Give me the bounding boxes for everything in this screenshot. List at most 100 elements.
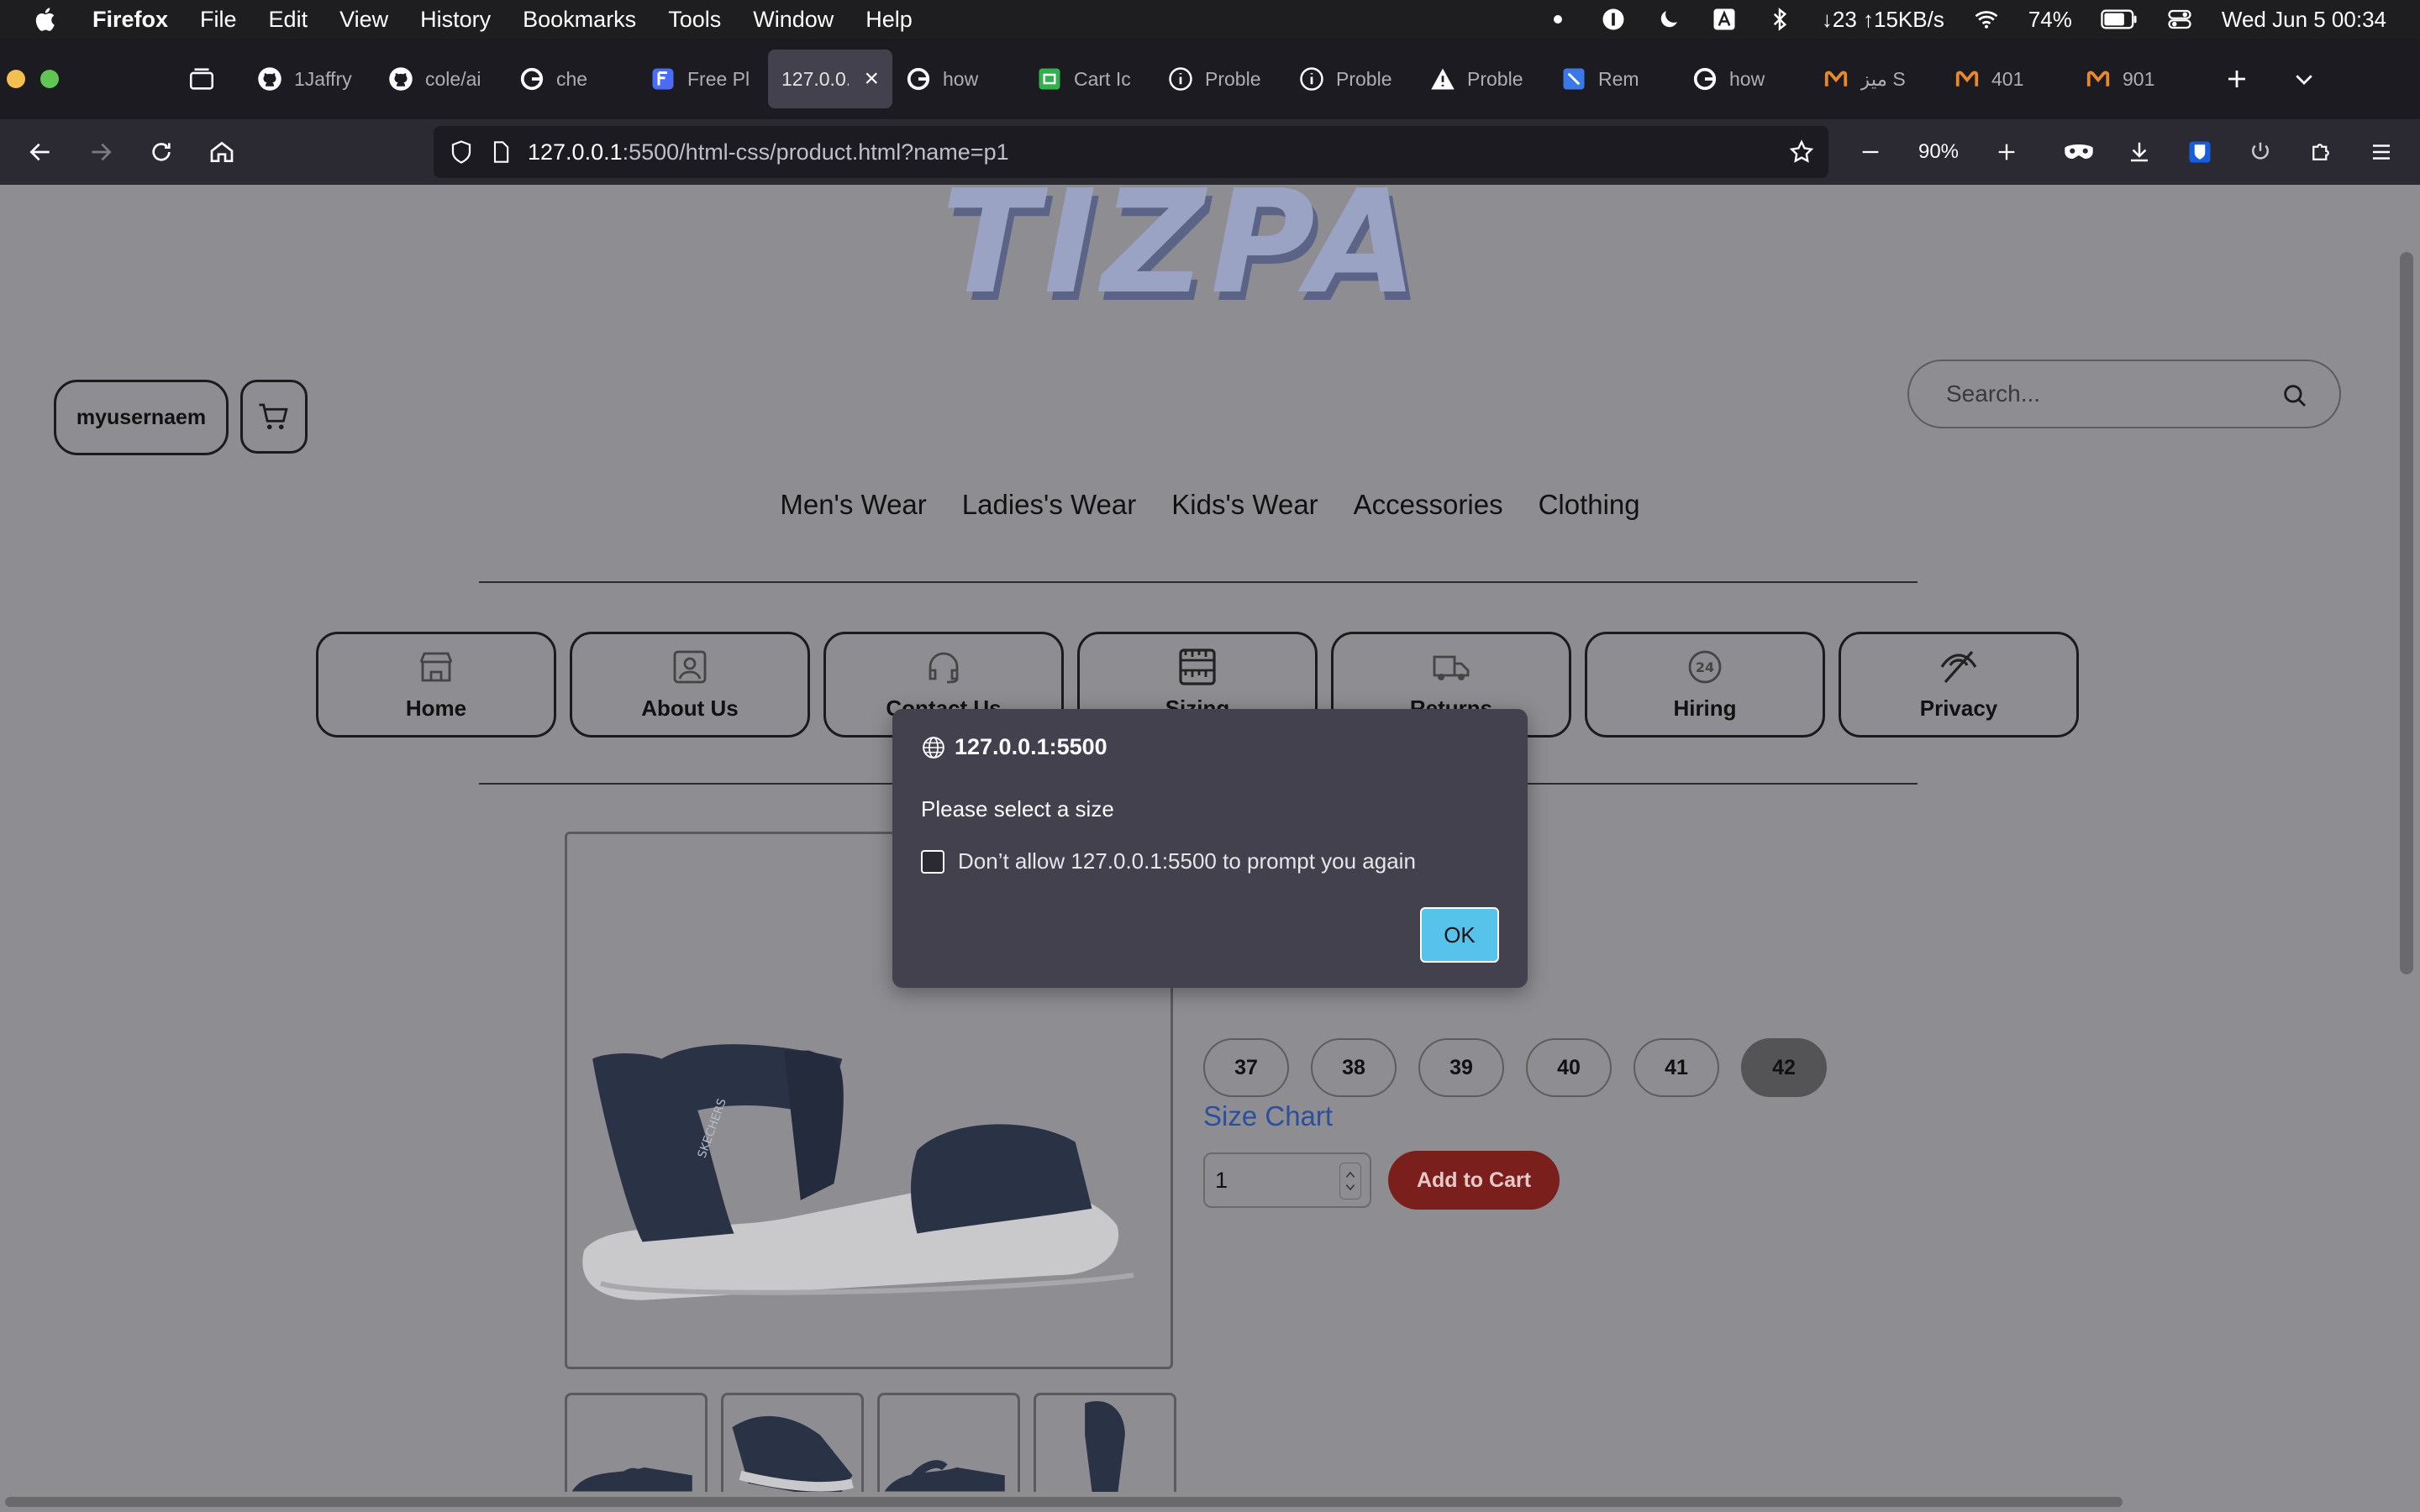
tab-close-icon[interactable]: × — [864, 65, 879, 93]
menu-file[interactable]: File — [200, 7, 237, 33]
cart-button[interactable] — [240, 380, 308, 454]
menu-edit[interactable]: Edit — [269, 7, 308, 33]
bluetooth-icon[interactable] — [1766, 7, 1793, 32]
wifi-icon[interactable] — [1973, 7, 2000, 32]
category-ladies-wear[interactable]: Ladies's Wear — [962, 489, 1136, 521]
quick-link-about[interactable]: About Us — [570, 632, 810, 738]
tab-problem-2[interactable]: Proble — [1286, 50, 1417, 108]
quick-link-home[interactable]: Home — [316, 632, 556, 738]
eye-off-icon — [1940, 650, 1977, 684]
control-center-icon[interactable] — [2166, 7, 2193, 32]
quantity-spin-buttons[interactable] — [1339, 1163, 1361, 1200]
home-button[interactable] — [192, 127, 252, 177]
rem-icon — [1563, 68, 1585, 90]
ok-button[interactable]: OK — [1420, 907, 1499, 963]
category-mens-wear[interactable]: Men's Wear — [780, 489, 926, 521]
menu-help[interactable]: Help — [865, 7, 913, 33]
menu-view[interactable]: View — [339, 7, 388, 33]
back-button[interactable] — [10, 127, 71, 177]
browser-nav-bar: 127.0.0.1:5500/html-css/product.html?nam… — [0, 119, 2420, 185]
search-box[interactable]: Search... — [1907, 360, 2341, 428]
username-button[interactable]: myusernaem — [54, 380, 229, 455]
page-icon[interactable] — [489, 140, 513, 164]
tab-problem-1[interactable]: Proble — [1155, 50, 1286, 108]
plus-icon — [1998, 144, 2015, 160]
menu-clock[interactable]: Wed Jun 5 00:34 — [2222, 7, 2386, 33]
size-option-42[interactable]: 42 — [1741, 1038, 1827, 1097]
tab-list-button[interactable] — [2279, 54, 2329, 104]
vertical-scrollbar[interactable] — [2400, 252, 2413, 974]
tab-m-2[interactable]: 401 — [1941, 50, 2072, 108]
power-extension-button[interactable] — [2230, 127, 2291, 177]
tab-google-2[interactable]: how — [892, 50, 1023, 108]
site-logo[interactable]: TIZPA — [941, 185, 1423, 326]
firefox-view-button[interactable] — [176, 54, 227, 104]
bitwarden-button[interactable] — [2170, 127, 2230, 177]
url-host: 127.0.0.1 — [528, 139, 623, 165]
input-source-icon[interactable] — [1711, 7, 1738, 32]
extensions-button[interactable] — [2291, 127, 2351, 177]
private-mask-button[interactable] — [2049, 127, 2109, 177]
category-accessories[interactable]: Accessories — [1354, 489, 1503, 521]
size-option-41[interactable]: 41 — [1634, 1038, 1719, 1097]
size-option-38[interactable]: 38 — [1311, 1038, 1397, 1097]
downloads-button[interactable] — [2109, 127, 2170, 177]
tab-m-3[interactable]: 901 — [2072, 50, 2203, 108]
headset-icon — [929, 652, 959, 684]
sandal-thumbnail — [571, 1467, 692, 1492]
size-chart-link[interactable]: Size Chart — [1203, 1100, 1333, 1132]
bookmark-star-icon[interactable] — [1788, 139, 1815, 165]
quick-link-hiring[interactable]: 24 Hiring — [1585, 632, 1825, 738]
menu-tools[interactable]: Tools — [668, 7, 721, 33]
tab-problem-3[interactable]: Proble — [1417, 50, 1548, 108]
dont-allow-checkbox[interactable] — [921, 849, 944, 874]
thumbnail-2[interactable] — [721, 1393, 864, 1492]
forward-button[interactable] — [71, 127, 131, 177]
battery-icon[interactable] — [2101, 7, 2138, 32]
horizontal-scrollbar[interactable] — [0, 1492, 2420, 1512]
dot-indicator-icon[interactable] — [1544, 7, 1571, 32]
menu-bookmarks[interactable]: Bookmarks — [523, 7, 636, 33]
menu-history[interactable]: History — [420, 7, 491, 33]
tab-google-3[interactable]: how — [1679, 50, 1810, 108]
arrow-right-icon — [92, 143, 112, 161]
reload-button[interactable] — [131, 127, 192, 177]
menu-button[interactable] — [2351, 127, 2412, 177]
tab-google-1[interactable]: che — [506, 50, 637, 108]
thumbnail-4[interactable] — [1034, 1393, 1176, 1492]
tab-cart[interactable]: Cart Ic — [1023, 50, 1155, 108]
category-kids-wear[interactable]: Kids's Wear — [1171, 489, 1318, 521]
shield-icon[interactable] — [449, 139, 474, 165]
thumbnail-1[interactable] — [565, 1393, 708, 1492]
menu-app-name[interactable]: Firefox — [92, 7, 168, 33]
quantity-stepper[interactable]: 1 — [1203, 1152, 1371, 1208]
apple-logo-icon[interactable] — [32, 5, 60, 34]
onepassword-icon[interactable] — [1600, 7, 1627, 32]
dialog-origin: 127.0.0.1:5500 — [955, 734, 1107, 759]
search-icon[interactable] — [2281, 381, 2309, 410]
size-option-40[interactable]: 40 — [1526, 1038, 1612, 1097]
tab-active-localhost[interactable]: 127.0.0.1 × — [768, 50, 892, 108]
zoom-level[interactable]: 90% — [1901, 140, 1976, 164]
category-clothing[interactable]: Clothing — [1539, 489, 1640, 521]
thumbnail-3[interactable] — [877, 1393, 1020, 1492]
menu-window[interactable]: Window — [753, 7, 834, 33]
tab-m-1[interactable]: میز S — [1810, 50, 1941, 108]
zoom-in-button[interactable] — [1976, 127, 2037, 177]
tab-form[interactable]: Free Pl — [637, 50, 768, 108]
dont-allow-prompt-option[interactable]: Don’t allow 127.0.0.1:5500 to prompt you… — [921, 848, 1416, 874]
tab-github-1[interactable]: 1Jaffry — [244, 50, 375, 108]
new-tab-button[interactable] — [2212, 54, 2262, 104]
add-to-cart-button[interactable]: Add to Cart — [1388, 1151, 1560, 1210]
dont-allow-label[interactable]: Don’t allow 127.0.0.1:5500 to prompt you… — [958, 848, 1416, 874]
traffic-lights-icon[interactable] — [0, 69, 73, 89]
moon-icon[interactable] — [1655, 7, 1682, 32]
quick-link-privacy[interactable]: Privacy — [1839, 632, 2079, 738]
tab-github-2[interactable]: cole/ai — [375, 50, 506, 108]
size-option-39[interactable]: 39 — [1418, 1038, 1504, 1097]
tab-rem[interactable]: Rem — [1548, 50, 1679, 108]
url-bar[interactable]: 127.0.0.1:5500/html-css/product.html?nam… — [434, 126, 1828, 178]
size-option-37[interactable]: 37 — [1203, 1038, 1289, 1097]
horizontal-scrollbar-thumb[interactable] — [5, 1497, 2123, 1507]
zoom-out-button[interactable] — [1840, 127, 1901, 177]
